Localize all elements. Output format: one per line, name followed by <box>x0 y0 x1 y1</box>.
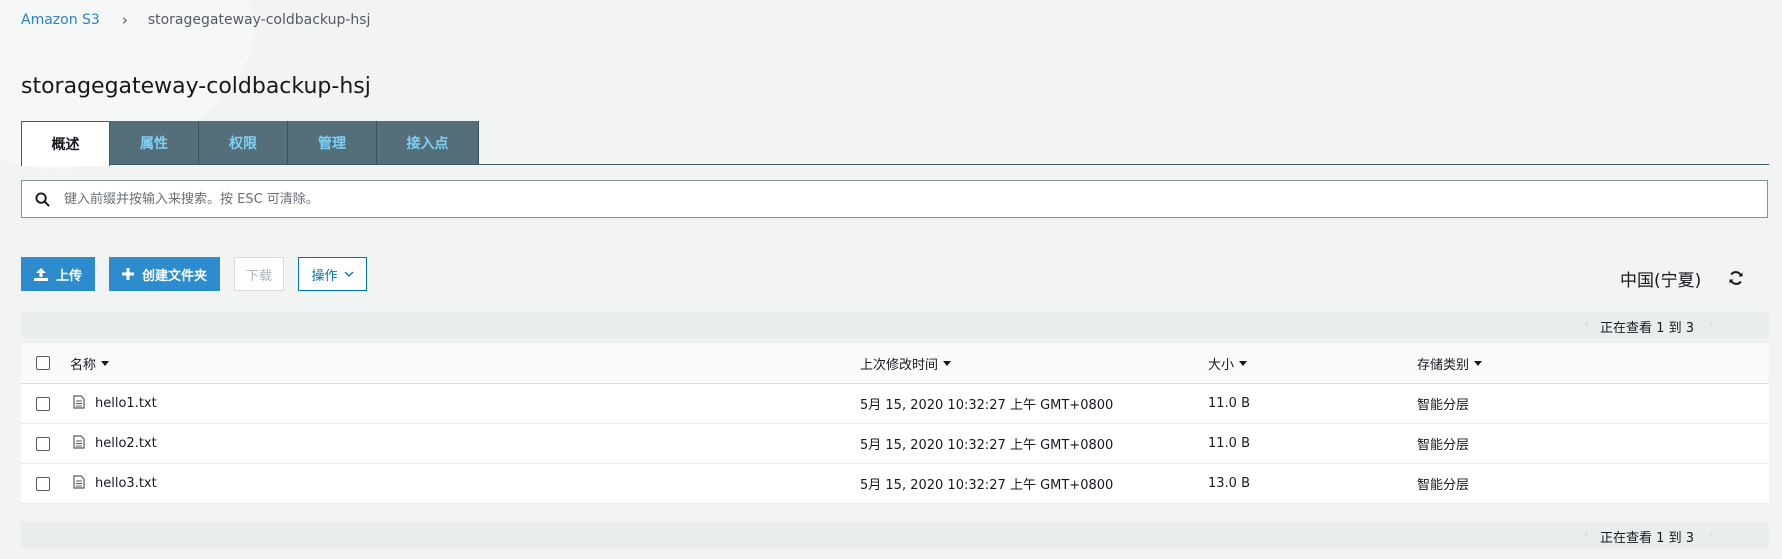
tab-permissions[interactable]: 权限 <box>199 121 288 165</box>
search-icon <box>22 191 62 207</box>
table-row[interactable]: hello1.txt 5月 15, 2020 10:32:27 上午 GMT+0… <box>21 384 1769 424</box>
column-header-size[interactable]: 大小 <box>1208 343 1248 383</box>
column-label: 上次修改时间 <box>860 357 939 373</box>
tab-access-points[interactable]: 接入点 <box>377 121 479 165</box>
sort-caret-icon <box>1239 360 1248 366</box>
chevron-left-icon[interactable]: ‹ <box>1583 526 1589 542</box>
column-header-modified[interactable]: 上次修改时间 <box>860 343 952 383</box>
pager-top: ‹ 正在查看 1 到 3 › <box>21 312 1769 338</box>
table-row[interactable]: hello2.txt 5月 15, 2020 10:32:27 上午 GMT+0… <box>21 424 1769 464</box>
sort-caret-icon <box>943 360 952 366</box>
table-row[interactable]: hello3.txt 5月 15, 2020 10:32:27 上午 GMT+0… <box>21 464 1769 504</box>
chevron-left-icon[interactable]: ‹ <box>1583 316 1589 332</box>
tab-underline <box>21 164 1769 165</box>
page-title: storagegateway-coldbackup-hsj <box>21 74 371 99</box>
file-name-link[interactable]: hello2.txt <box>95 436 157 451</box>
row-checkbox[interactable] <box>36 476 50 491</box>
download-button[interactable]: 下载 <box>234 257 284 291</box>
refresh-icon[interactable] <box>1728 270 1744 290</box>
pager-text: 正在查看 1 到 3 <box>1600 321 1694 336</box>
column-header-name[interactable]: 名称 <box>70 343 110 383</box>
chevron-down-icon <box>344 271 354 277</box>
select-all-checkbox[interactable] <box>36 356 50 370</box>
toolbar: 上传 创建文件夹 下载 操作 <box>21 257 381 291</box>
modified-cell: 5月 15, 2020 10:32:27 上午 GMT+0800 <box>860 398 1114 413</box>
tab-bar: 概述 属性 权限 管理 接入点 <box>21 121 479 166</box>
modified-cell: 5月 15, 2020 10:32:27 上午 GMT+0800 <box>860 478 1114 493</box>
size-cell: 11.0 B <box>1208 436 1250 451</box>
chevron-right-icon: › <box>121 11 128 29</box>
storage-class-cell: 智能分层 <box>1417 398 1470 413</box>
search-input[interactable] <box>62 183 1767 215</box>
upload-button[interactable]: 上传 <box>21 257 95 291</box>
column-label: 存储类别 <box>1417 357 1470 373</box>
row-checkbox[interactable] <box>36 396 50 411</box>
file-name-link[interactable]: hello1.txt <box>95 396 157 411</box>
background-decoration <box>0 0 285 209</box>
tab-overview[interactable]: 概述 <box>21 121 110 166</box>
search-box <box>21 180 1768 218</box>
column-label: 大小 <box>1208 357 1235 373</box>
actions-dropdown[interactable]: 操作 <box>298 257 367 291</box>
column-label: 名称 <box>70 357 97 373</box>
breadcrumb: Amazon S3 › storagegateway-coldbackup-hs… <box>21 11 370 29</box>
chevron-right-icon[interactable]: › <box>1708 526 1714 542</box>
tab-management[interactable]: 管理 <box>288 121 377 165</box>
tab-properties[interactable]: 属性 <box>110 121 199 165</box>
storage-class-cell: 智能分层 <box>1417 438 1470 453</box>
chevron-right-icon[interactable]: › <box>1708 316 1714 332</box>
pager-bottom: ‹ 正在查看 1 到 3 › <box>21 522 1769 548</box>
modified-cell: 5月 15, 2020 10:32:27 上午 GMT+0800 <box>860 438 1114 453</box>
file-name-link[interactable]: hello3.txt <box>95 476 157 491</box>
upload-label: 上传 <box>55 268 82 284</box>
objects-table: 名称 上次修改时间 大小 存储类别 hello1.txt 5月 15, 2020… <box>21 342 1769 504</box>
sort-caret-icon <box>1474 360 1483 366</box>
plus-icon <box>121 268 134 280</box>
region-label: 中国(宁夏) <box>1620 271 1702 291</box>
sort-caret-icon <box>101 360 110 366</box>
pager-text: 正在查看 1 到 3 <box>1600 531 1694 546</box>
file-icon <box>73 394 85 413</box>
file-icon <box>73 434 85 453</box>
actions-label: 操作 <box>311 268 338 284</box>
column-header-storage-class[interactable]: 存储类别 <box>1417 343 1483 383</box>
breadcrumb-root-link[interactable]: Amazon S3 <box>21 12 100 28</box>
file-icon <box>73 474 85 493</box>
size-cell: 11.0 B <box>1208 396 1250 411</box>
create-folder-label: 创建文件夹 <box>141 268 207 284</box>
breadcrumb-current: storagegateway-coldbackup-hsj <box>147 12 371 28</box>
table-header: 名称 上次修改时间 大小 存储类别 <box>21 342 1769 384</box>
row-checkbox[interactable] <box>36 436 50 451</box>
upload-icon <box>33 267 48 281</box>
size-cell: 13.0 B <box>1208 476 1250 491</box>
storage-class-cell: 智能分层 <box>1417 478 1470 493</box>
create-folder-button[interactable]: 创建文件夹 <box>109 257 220 291</box>
